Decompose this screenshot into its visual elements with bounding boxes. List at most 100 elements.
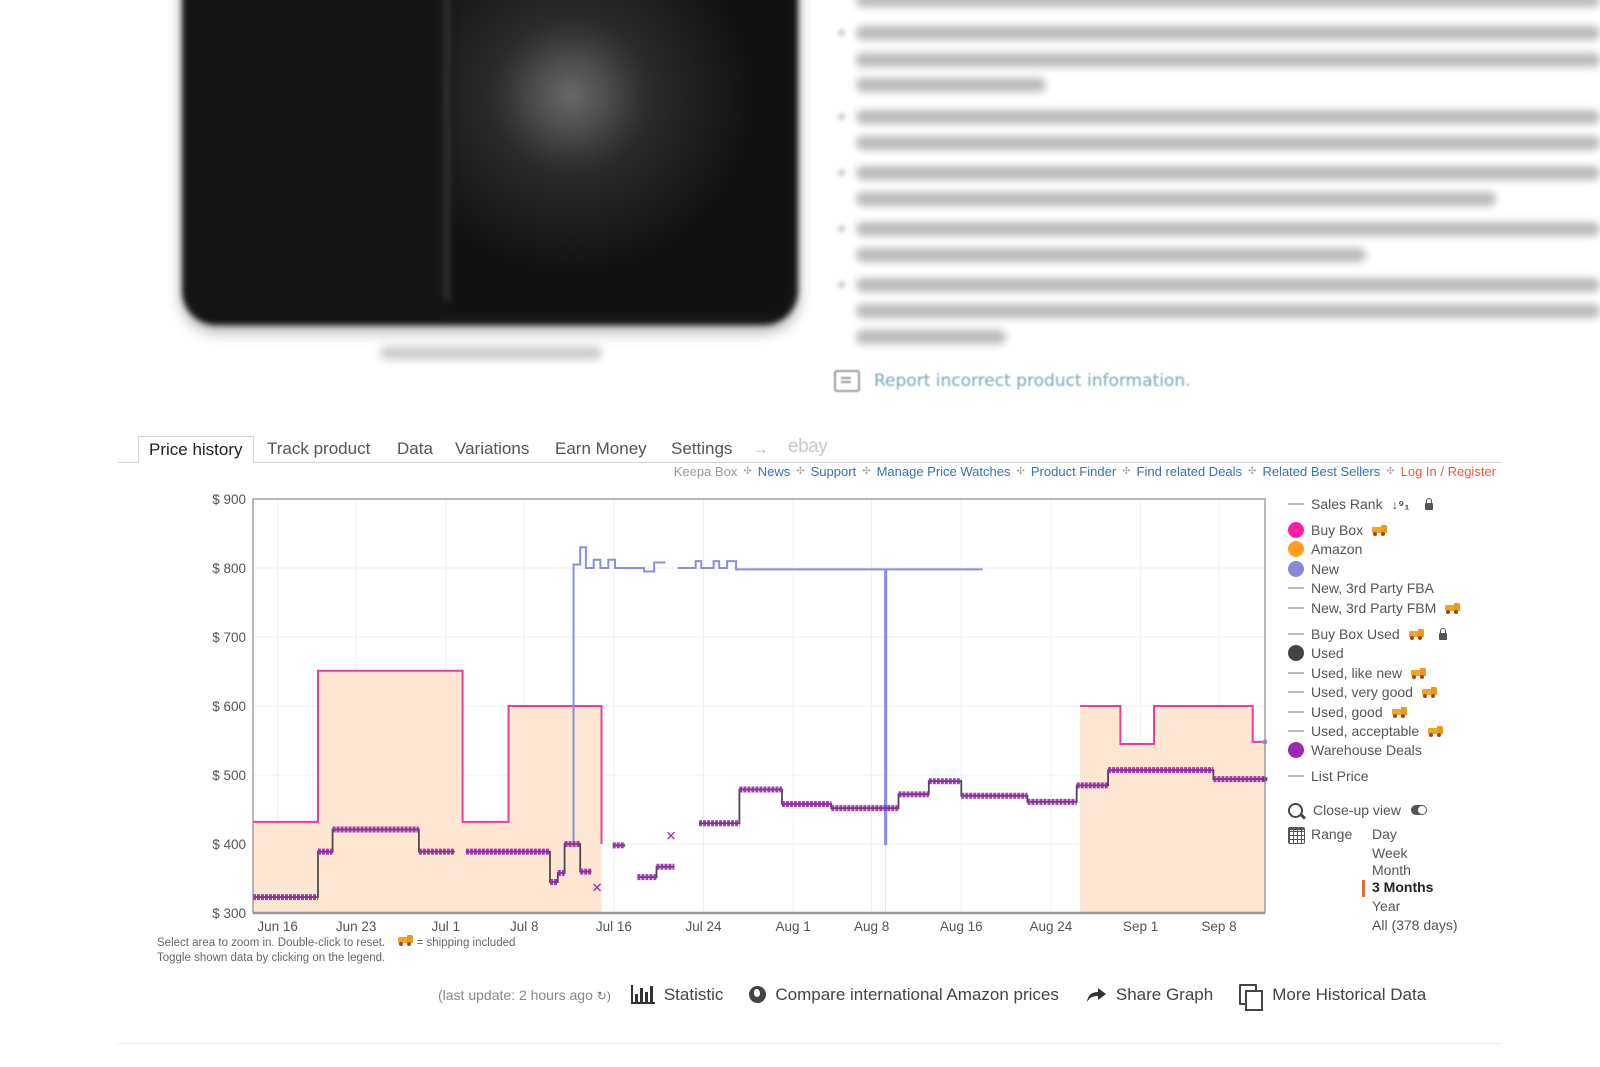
range-month[interactable]: Month (1372, 862, 1411, 878)
more-historical-data-button[interactable]: More Historical Data (1239, 984, 1427, 1011)
y-tick-label: $ 800 (212, 561, 246, 576)
legend-item-used[interactable]: Used (1288, 645, 1344, 661)
x-tick-label: Sep 8 (1201, 919, 1236, 934)
shipping-truck-icon (1428, 725, 1444, 737)
y-tick-label: $ 600 (212, 699, 246, 714)
range-3-months[interactable]: 3 Months (1361, 879, 1433, 897)
x-tick-label: Jun 16 (257, 919, 298, 934)
legend-line-icon (1288, 775, 1304, 777)
x-tick-label: Sep 1 (1123, 919, 1158, 934)
x-tick-label: Jul 24 (686, 919, 723, 934)
shipping-truck-icon (1421, 686, 1437, 698)
legend-line-icon (1288, 607, 1304, 609)
legend-item-new-3rd-party-fba[interactable]: New, 3rd Party FBA (1288, 580, 1434, 596)
legend-line-icon (1288, 587, 1304, 589)
last-update: (last update: 2 hours ago ↻) (438, 987, 611, 1003)
legend-item-buy-box-used[interactable]: Buy Box Used (1288, 626, 1447, 642)
legend-dot-icon (1288, 541, 1304, 557)
toggle-switch[interactable] (1410, 805, 1427, 815)
legend-dot-icon (1288, 522, 1304, 538)
shipping-truck-icon (1445, 602, 1461, 614)
search-icon (1288, 802, 1303, 818)
legend-dot-icon (1288, 561, 1304, 577)
range-year[interactable]: Year (1372, 898, 1400, 914)
range-label: Range (1311, 826, 1353, 842)
shipping-truck-icon (1408, 628, 1424, 640)
y-tick-label: $ 400 (212, 837, 246, 852)
legend-item-used-very-good[interactable]: Used, very good (1288, 684, 1437, 700)
legend-dot-icon (1288, 645, 1304, 661)
last-update-text: (last update: 2 hours ago (438, 986, 593, 1003)
statistic-label: Statistic (663, 984, 724, 1004)
x-tick-label: Aug 16 (940, 919, 983, 934)
legend-item-new-3rd-party-fbm[interactable]: New, 3rd Party FBM (1288, 600, 1461, 616)
legend-item-used-acceptable[interactable]: Used, acceptable (1288, 723, 1444, 739)
legend-label: Sales Rank (1311, 496, 1383, 512)
range-day[interactable]: Day (1372, 826, 1397, 842)
legend-item-used-like-new[interactable]: Used, like new (1288, 665, 1427, 681)
legend-item-used-good[interactable]: Used, good (1288, 704, 1407, 720)
range-week[interactable]: Week (1372, 845, 1408, 861)
close-up-label: Close-up view (1313, 802, 1401, 818)
legend-label: Used, like new (1311, 665, 1403, 681)
legend-line-icon (1288, 691, 1304, 693)
sort-icon[interactable]: ↓⁹₁ (1392, 497, 1410, 512)
legend-item-amazon[interactable]: Amazon (1288, 541, 1362, 557)
legend-label: List Price (1311, 768, 1369, 784)
legend-label: New (1311, 561, 1340, 577)
refresh-icon[interactable]: ↻) (597, 989, 611, 1003)
legend-line-icon (1288, 730, 1304, 732)
divider (118, 1043, 1502, 1044)
legend-line-icon (1288, 633, 1304, 635)
close-up-view-toggle[interactable]: Close-up view (1288, 802, 1427, 818)
y-tick-label: $ 900 (212, 492, 246, 507)
bar-chart-icon (630, 985, 655, 1004)
legend-label: New, 3rd Party FBM (1311, 600, 1437, 616)
legend-item-buy-box[interactable]: Buy Box (1288, 522, 1388, 538)
legend-label: Buy Box (1311, 522, 1364, 538)
lock-icon (1438, 627, 1447, 640)
x-tick-label: Jun 23 (336, 919, 377, 934)
legend-item-sales-rank[interactable]: Sales Rank ↓⁹₁ (1288, 496, 1433, 512)
legend-label: Warehouse Deals (1311, 742, 1422, 758)
legend-label: Used, very good (1311, 684, 1413, 700)
x-tick-label: Aug 24 (1030, 919, 1073, 934)
amazon-availability-area (1080, 706, 1265, 913)
compare-prices-button[interactable]: Compare international Amazon prices (749, 984, 1059, 1005)
x-axis-ticks: Jun 16 Jun 23 Jul 1 Jul 8 Jul 16 Jul 24 Aug 1 A… (257, 919, 1236, 934)
x-tick-label: Aug 8 (854, 919, 889, 934)
share-icon (1086, 987, 1106, 1002)
x-tick-label: Jul 8 (510, 919, 539, 934)
legend-dot-icon (1288, 742, 1304, 758)
statistic-button[interactable]: Statistic (630, 984, 724, 1005)
x-tick-label: Jul 16 (596, 919, 632, 934)
lock-icon (1424, 497, 1433, 510)
shipping-truck-icon (398, 935, 414, 949)
calendar-icon (1288, 827, 1305, 844)
zoom-hint: Select area to zoom in. Double-click to … (157, 937, 386, 949)
legend-label: Used (1311, 645, 1344, 661)
shipping-note: = shipping included (416, 937, 516, 949)
share-label: Share Graph (1115, 984, 1214, 1004)
legend-item-warehouse-deals[interactable]: Warehouse Deals (1288, 742, 1422, 758)
shipping-truck-icon (1411, 667, 1427, 679)
chart-toolbar: (last update: 2 hours ago ↻) Statistic C… (438, 984, 1452, 1011)
legend-line-icon (1288, 503, 1304, 505)
copy-icon (1239, 984, 1264, 1011)
y-tick-label: $ 500 (212, 768, 246, 783)
x-tick-label: Jul 1 (431, 919, 460, 934)
legend-line-icon (1288, 672, 1304, 674)
share-graph-button[interactable]: Share Graph (1085, 985, 1213, 1005)
y-axis-ticks: $ 300 $ 400 $ 500 $ 600 $ 700 $ 800 $ 900 (212, 492, 246, 921)
legend-line-icon (1288, 711, 1304, 713)
range-all[interactable]: All (378 days) (1372, 917, 1458, 933)
globe-icon (749, 986, 767, 1003)
legend-item-list-price[interactable]: List Price (1288, 768, 1369, 784)
more-label: More Historical Data (1272, 984, 1427, 1004)
compare-label: Compare international Amazon prices (775, 984, 1059, 1004)
chart-hint: Select area to zoom in. Double-click to … (157, 935, 515, 949)
y-tick-label: $ 700 (212, 630, 246, 645)
shipping-truck-icon (1372, 524, 1388, 536)
legend-item-new[interactable]: New (1288, 561, 1339, 577)
legend-label: Used, good (1311, 704, 1383, 720)
